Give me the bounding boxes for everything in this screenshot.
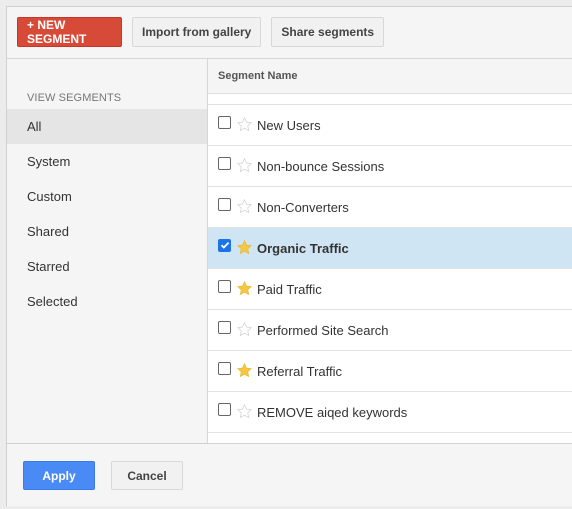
star-outline-icon[interactable] xyxy=(236,198,253,215)
star-outline-icon[interactable] xyxy=(236,321,253,338)
sidebar-item-custom[interactable]: Custom xyxy=(7,179,207,214)
segment-name: Non-Converters xyxy=(257,199,349,215)
star-outline-icon[interactable] xyxy=(236,116,253,133)
sidebar-item-all[interactable]: All xyxy=(7,109,207,144)
partial-row xyxy=(208,433,572,443)
segment-table: Segment Name New Users Non-bounce Session… xyxy=(208,58,572,443)
share-segments-button[interactable]: Share segments xyxy=(271,17,385,47)
segment-name: Non-bounce Sessions xyxy=(257,158,385,174)
segment-row[interactable]: Referral Traffic xyxy=(208,351,572,392)
dialog-footer: Apply Cancel xyxy=(7,443,572,506)
segment-row[interactable]: Organic Traffic xyxy=(208,228,572,269)
segment-checkbox[interactable] xyxy=(218,320,231,334)
sidebar-item-starred[interactable]: Starred xyxy=(7,249,207,284)
star-filled-icon[interactable] xyxy=(236,362,253,379)
segment-checkbox[interactable] xyxy=(218,115,231,129)
segment-checkbox[interactable] xyxy=(218,238,231,252)
view-segments-sidebar: VIEW SEGMENTS All System Custom Shared Starr… xyxy=(7,58,208,443)
segment-row[interactable]: Non-bounce Sessions xyxy=(208,146,572,187)
segment-checkbox[interactable] xyxy=(218,361,231,375)
segment-row[interactable]: New Users xyxy=(208,105,572,146)
star-filled-icon[interactable] xyxy=(236,280,253,297)
segment-checkbox[interactable] xyxy=(218,197,231,211)
star-outline-icon[interactable] xyxy=(236,157,253,174)
segment-name: Performed Site Search xyxy=(257,322,389,338)
star-outline-icon[interactable] xyxy=(236,403,253,420)
new-segment-button[interactable]: + NEW SEGMENT xyxy=(17,17,122,47)
segment-name: Referral Traffic xyxy=(257,363,343,379)
segment-row[interactable]: REMOVE aiqed keywords xyxy=(208,392,572,433)
segment-row[interactable]: Paid Traffic xyxy=(208,269,572,310)
import-from-gallery-button[interactable]: Import from gallery xyxy=(132,17,262,47)
star-filled-icon[interactable] xyxy=(236,239,253,256)
cancel-button[interactable]: Cancel xyxy=(111,461,183,490)
segment-row[interactable]: Performed Site Search xyxy=(208,310,572,351)
segment-toolbar: + NEW SEGMENT Import from gallery Share … xyxy=(17,17,385,47)
sidebar-item-system[interactable]: System xyxy=(7,144,207,179)
segment-checkbox[interactable] xyxy=(218,402,231,416)
segment-rows: New Users Non-bounce Sessions Non-Converte… xyxy=(208,105,572,433)
apply-button[interactable]: Apply xyxy=(23,461,95,490)
view-segments-heading: VIEW SEGMENTS xyxy=(27,92,122,104)
segment-picker-panel: + NEW SEGMENT Import from gallery Share … xyxy=(6,6,572,506)
segment-row[interactable]: Non-Converters xyxy=(208,187,572,228)
segment-name: New Users xyxy=(257,117,321,133)
segment-checkbox[interactable] xyxy=(218,156,231,170)
sidebar-list: All System Custom Shared Starred Selected xyxy=(7,109,207,319)
partial-row xyxy=(208,94,572,105)
sidebar-item-selected[interactable]: Selected xyxy=(7,284,207,319)
segment-name: Organic Traffic xyxy=(257,240,349,256)
segment-name: Paid Traffic xyxy=(257,281,322,297)
segment-checkbox[interactable] xyxy=(218,279,231,293)
sidebar-item-shared[interactable]: Shared xyxy=(7,214,207,249)
segment-name-column-header[interactable]: Segment Name xyxy=(208,59,572,94)
segment-name: REMOVE aiqed keywords xyxy=(257,404,408,420)
